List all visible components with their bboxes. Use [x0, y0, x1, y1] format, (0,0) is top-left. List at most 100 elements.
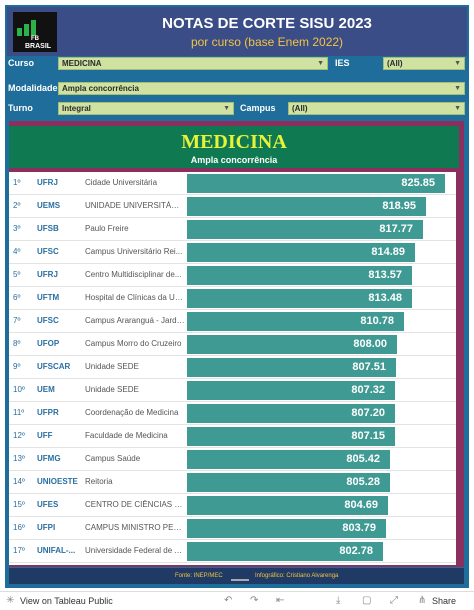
tableau-toolbar: ✳ View on Tableau Public ↶ ↷ ⇤ ⤓ ▢ ⤢ ⋔ S…	[0, 591, 474, 610]
rank-label: 12º	[13, 431, 25, 440]
score-label: 807.15	[351, 430, 385, 442]
university-label: UFF	[37, 431, 53, 440]
campus-label: CAMPUS MINISTRO PETR...	[85, 523, 185, 532]
campus-label: Faculdade de Medicina	[85, 431, 168, 440]
turno-select-value: Integral	[62, 104, 91, 113]
turno-label: Turno	[8, 103, 33, 113]
score-bar[interactable]: 813.48	[187, 289, 412, 308]
score-bar[interactable]: 807.32	[187, 381, 395, 400]
university-label: UFRJ	[37, 270, 58, 279]
view-on-tableau-link[interactable]: View on Tableau Public	[20, 596, 113, 606]
fullscreen-icon[interactable]: ⤢	[390, 595, 398, 606]
university-label: UNIFAL-...	[37, 546, 76, 555]
turno-select[interactable]: Integral ▼	[58, 102, 234, 115]
ies-select-value: (All)	[387, 59, 403, 68]
campus-select-value: (All)	[292, 104, 308, 113]
undo-icon[interactable]: ↶	[224, 595, 232, 606]
score-label: 802.78	[339, 545, 373, 557]
score-bar[interactable]: 807.51	[187, 358, 396, 377]
table-row[interactable]: 16º UFPI CAMPUS MINISTRO PETR... 803.79	[9, 517, 456, 540]
fb-brasil-logo: FB BRASIL	[13, 12, 57, 52]
score-bar[interactable]: 804.69	[187, 496, 388, 515]
campus-label: Campus	[240, 103, 276, 113]
share-icon[interactable]: ⋔	[418, 595, 426, 606]
score-bar[interactable]: 802.78	[187, 542, 383, 561]
table-row[interactable]: 9º UFSCAR Unidade SEDE 807.51	[9, 356, 456, 379]
table-row[interactable]: 5º UFRJ Centro Multidisciplinar de... 813.5…	[9, 264, 456, 287]
rank-label: 7º	[13, 316, 21, 325]
table-row[interactable]: 4º UFSC Campus Universitário Rei... 814.89	[9, 241, 456, 264]
table-row[interactable]: 3º UFSB Paulo Freire 817.77	[9, 218, 456, 241]
redo-icon[interactable]: ↷	[250, 595, 258, 606]
campus-label: Hospital de Clínicas da UF...	[85, 293, 185, 302]
campus-label: Campus Araranguá - Jardi...	[85, 316, 185, 325]
campus-label: Cidade Universitária	[85, 178, 158, 187]
chevron-down-icon: ▼	[223, 105, 230, 112]
score-bar[interactable]: 805.42	[187, 450, 390, 469]
logo-text-bottom: BRASIL	[25, 43, 52, 50]
table-row[interactable]: 13º UFMG Campus Saúde 805.42	[9, 448, 456, 471]
table-row[interactable]: 14º UNIOESTE Reitoria 805.28	[9, 471, 456, 494]
download-icon[interactable]: ⤓	[336, 595, 340, 606]
score-bar[interactable]: 805.28	[187, 473, 390, 492]
chevron-down-icon: ▼	[454, 105, 461, 112]
score-bar[interactable]: 825.85	[187, 174, 445, 193]
table-row[interactable]: 11º UFPR Coordenação de Medicina 807.20	[9, 402, 456, 425]
score-bar[interactable]: 813.57	[187, 266, 412, 285]
comment-icon[interactable]: ▢	[362, 595, 371, 606]
revert-icon[interactable]: ⇤	[276, 595, 284, 606]
curso-select[interactable]: MEDICINA ▼	[58, 57, 328, 70]
rank-label: 8º	[13, 339, 21, 348]
score-bar[interactable]: 810.78	[187, 312, 404, 331]
ies-select[interactable]: (All) ▼	[383, 57, 465, 70]
table-row[interactable]: 7º UFSC Campus Araranguá - Jardi... 810.78	[9, 310, 456, 333]
share-button[interactable]: Share	[432, 596, 456, 606]
university-label: UFSC	[37, 316, 59, 325]
score-label: 807.20	[351, 407, 385, 419]
table-row[interactable]: 1º UFRJ Cidade Universitária 825.85	[9, 172, 456, 195]
score-bar[interactable]: 814.89	[187, 243, 415, 262]
logo-bars-icon	[17, 18, 53, 36]
table-row[interactable]: 2º UEMS UNIDADE UNIVERSITÁRIA... 818.95	[9, 195, 456, 218]
university-label: UNIOESTE	[37, 477, 78, 486]
rank-label: 14º	[13, 477, 25, 486]
table-row[interactable]: 6º UFTM Hospital de Clínicas da UF... 813.4…	[9, 287, 456, 310]
university-label: UFSC	[37, 247, 59, 256]
logo-text-top: FB	[31, 36, 39, 42]
footer: Fonte: INEP/MEC Infográfico: Cristiano A…	[9, 568, 464, 584]
university-label: UFES	[37, 500, 59, 509]
source-text: Fonte: INEP/MEC	[175, 573, 223, 579]
rank-label: 15º	[13, 500, 25, 509]
header: FB BRASIL NOTAS DE CORTE SISU 2023 por c…	[7, 7, 467, 56]
score-bar[interactable]: 807.15	[187, 427, 395, 446]
rank-label: 3º	[13, 224, 21, 233]
page-title: NOTAS DE CORTE SISU 2023	[162, 15, 372, 32]
score-label: 825.85	[401, 177, 435, 189]
score-label: 813.48	[368, 292, 402, 304]
dashboard-frame: FB BRASIL NOTAS DE CORTE SISU 2023 por c…	[5, 5, 469, 588]
table-row[interactable]: 12º UFF Faculdade de Medicina 807.15	[9, 425, 456, 448]
credit-text: Infográfico: Cristiano Alvarenga	[255, 573, 339, 579]
score-bar[interactable]: 808.00	[187, 335, 397, 354]
campus-label: Campus Morro do Cruzeiro	[85, 339, 182, 348]
campus-label: UNIDADE UNIVERSITÁRIA...	[85, 201, 185, 210]
score-bar[interactable]: 807.20	[187, 404, 395, 423]
score-bar[interactable]: 818.95	[187, 197, 426, 216]
modalidade-select[interactable]: Ampla concorrência ▼	[58, 82, 465, 95]
score-label: 817.77	[379, 223, 413, 235]
score-bar[interactable]: 817.77	[187, 220, 423, 239]
table-row[interactable]: 15º UFES CENTRO DE CIÊNCIAS DA ... 804.69	[9, 494, 456, 517]
rank-label: 11º	[13, 408, 25, 417]
score-bar[interactable]: 803.79	[187, 519, 386, 538]
campus-label: Unidade SEDE	[85, 385, 139, 394]
chevron-down-icon: ▼	[317, 60, 324, 67]
table-row[interactable]: 10º UEM Unidade SEDE 807.32	[9, 379, 456, 402]
table-row[interactable]: 17º UNIFAL-... Universidade Federal de A..…	[9, 540, 456, 563]
campus-label: CENTRO DE CIÊNCIAS DA ...	[85, 500, 185, 509]
campus-select[interactable]: (All) ▼	[288, 102, 465, 115]
chevron-down-icon: ▼	[454, 85, 461, 92]
rank-label: 4º	[13, 247, 21, 256]
table-row[interactable]: 8º UFOP Campus Morro do Cruzeiro 808.00	[9, 333, 456, 356]
score-label: 805.28	[346, 476, 380, 488]
ranking-list[interactable]: 1º UFRJ Cidade Universitária 825.85 2º UEMS UN…	[9, 172, 456, 565]
